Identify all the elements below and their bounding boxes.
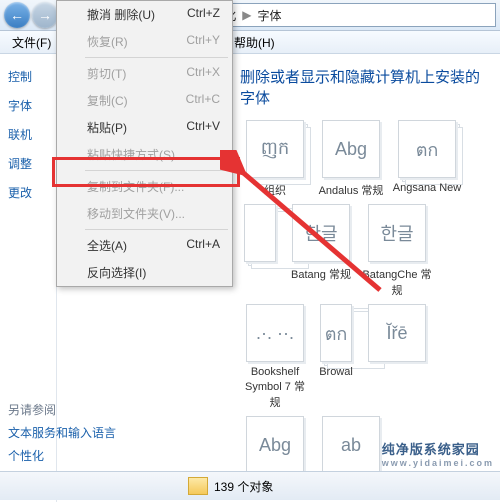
menu-help[interactable]: 帮助(H) [226, 31, 283, 53]
font-preview: ตก [398, 120, 456, 178]
font-preview: Abg [322, 120, 380, 178]
separator [85, 170, 228, 171]
menu-label: 反向选择(I) [87, 264, 146, 281]
link-personalization[interactable]: 个性化 [8, 447, 116, 464]
font-tile[interactable]: ตก Angsana New [392, 120, 462, 198]
font-tile[interactable] [240, 204, 280, 298]
shortcut: Ctrl+C [186, 92, 220, 109]
menu-paste-shortcut: 粘贴快捷方式(S) [57, 141, 232, 168]
menu-label: 剪切(T) [87, 65, 126, 82]
menu-label: 撤消 删除(U) [87, 6, 155, 23]
sidebar-item[interactable]: 联机 [0, 120, 56, 149]
font-label: Browal [319, 366, 353, 378]
font-preview: ตก [320, 304, 352, 362]
crumb-fonts[interactable]: 字体 [254, 5, 286, 26]
font-tile[interactable]: ញក 组织 [240, 120, 310, 198]
font-label: Andalus 常规 [319, 185, 384, 197]
see-also: 另请参阅 文本服务和输入语言 个性化 [8, 401, 116, 464]
menu-move-to-folder: 移动到文件夹(V)... [57, 200, 232, 227]
sidebar-item[interactable]: 字体 [0, 91, 56, 120]
watermark-title: 纯净版系统家园 [382, 442, 480, 457]
shortcut: Ctrl+Z [187, 6, 220, 23]
watermark: 纯净版系统家园 www.yidaimei.com [382, 439, 494, 468]
font-preview: Ĭřē [368, 304, 426, 362]
sidebar-item[interactable]: 控制 [0, 62, 56, 91]
font-label: 组织 [264, 185, 286, 197]
menu-undo[interactable]: 撤消 删除(U) Ctrl+Z [57, 1, 232, 28]
menu-label: 粘贴快捷方式(S) [87, 146, 175, 163]
font-label: BatangChe 常规 [362, 269, 431, 297]
shortcut: Ctrl+A [186, 237, 220, 254]
menu-copy-to-folder: 复制到文件夹(F)... [57, 173, 232, 200]
menu-invert-selection[interactable]: 反向选择(I) [57, 259, 232, 286]
font-grid: ញក 组织 Abg Andalus 常规 ตก Angsana New 한글 Batan… [240, 120, 492, 478]
menu-file[interactable]: 文件(F) [4, 31, 59, 53]
menu-label: 移动到文件夹(V)... [87, 205, 185, 222]
menu-select-all[interactable]: 全选(A) Ctrl+A [57, 232, 232, 259]
menu-label: 复制(C) [87, 92, 128, 109]
shortcut: Ctrl+Y [186, 33, 220, 50]
arrow-left-icon: ← [10, 7, 24, 23]
menu-label: 恢复(R) [87, 33, 128, 50]
menu-cut: 剪切(T) Ctrl+X [57, 60, 232, 87]
font-tile[interactable]: ab [316, 416, 386, 478]
font-tile[interactable]: ตก Browal [316, 304, 356, 410]
menu-copy: 复制(C) Ctrl+C [57, 87, 232, 114]
font-preview: ញក [246, 120, 304, 178]
menu-redo: 恢复(R) Ctrl+Y [57, 28, 232, 55]
arrow-right-icon: → [38, 7, 52, 23]
status-count: 139 个对象 [214, 478, 273, 495]
menu-label: 复制到文件夹(F)... [87, 178, 184, 195]
page-title: 删除或者显示和隐藏计算机上安装的字体 [240, 66, 492, 108]
separator [85, 57, 228, 58]
crumb-sep-icon: ▶ [240, 8, 253, 22]
menu-label: 粘贴(P) [87, 119, 127, 136]
shortcut: Ctrl+V [186, 119, 220, 136]
watermark-url: www.yidaimei.com [382, 458, 494, 468]
menu-label: 全选(A) [87, 237, 127, 254]
font-tile[interactable]: 한글 Batang 常规 [286, 204, 356, 298]
font-tile[interactable]: 한글 BatangChe 常规 [362, 204, 432, 298]
back-button[interactable]: ← [4, 2, 30, 28]
font-label: Batang 常规 [291, 269, 351, 281]
font-preview: 한글 [292, 204, 350, 262]
font-tile[interactable]: Abg [240, 416, 310, 478]
see-also-title: 另请参阅 [8, 401, 116, 418]
sidebar-item[interactable]: 调整 [0, 149, 56, 178]
font-preview: ab [322, 416, 380, 474]
edit-dropdown: 撤消 删除(U) Ctrl+Z 恢复(R) Ctrl+Y 剪切(T) Ctrl+X 复… [56, 0, 233, 287]
font-tile[interactable]: Abg Andalus 常规 [316, 120, 386, 198]
shortcut: Ctrl+X [186, 65, 220, 82]
folder-icon [188, 477, 208, 495]
font-preview: 한글 [368, 204, 426, 262]
font-preview: .·. ··. [246, 304, 304, 362]
font-preview [244, 204, 276, 262]
separator [85, 229, 228, 230]
font-tile[interactable]: Ĭřē [362, 304, 432, 410]
font-label: Bookshelf Symbol 7 常规 [245, 366, 305, 409]
font-preview: Abg [246, 416, 304, 474]
statusbar: 139 个对象 [0, 471, 500, 500]
sidebar-item[interactable]: 更改 [0, 178, 56, 207]
font-tile[interactable]: .·. ··.Bookshelf Symbol 7 常规 [240, 304, 310, 410]
link-text-services[interactable]: 文本服务和输入语言 [8, 424, 116, 441]
font-label: Angsana New [393, 182, 462, 194]
forward-button[interactable]: → [32, 2, 58, 28]
menu-paste[interactable]: 粘贴(P) Ctrl+V [57, 114, 232, 141]
